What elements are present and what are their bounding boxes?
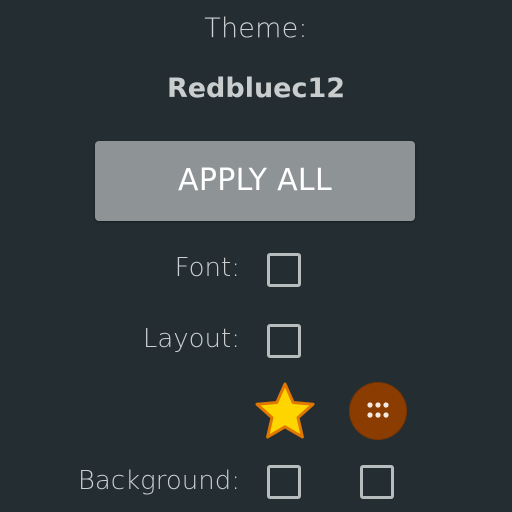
font-label: Font: — [174, 253, 240, 283]
layout-checkbox[interactable] — [267, 324, 301, 358]
theme-apply-screen: Theme: Redbluec12 APPLY ALL Font: Layout… — [0, 0, 512, 512]
font-checkbox[interactable] — [267, 253, 301, 287]
layout-label: Layout: — [142, 324, 240, 354]
background-checkbox-1[interactable] — [267, 465, 301, 499]
theme-label: Theme: — [204, 13, 308, 44]
apply-all-button[interactable]: APPLY ALL — [95, 141, 415, 221]
app-drawer-icon — [349, 382, 407, 440]
background-checkbox-2[interactable] — [360, 465, 394, 499]
background-label: Background: — [77, 466, 240, 496]
star-icon — [255, 382, 315, 439]
theme-name: Redbluec12 — [166, 73, 346, 104]
